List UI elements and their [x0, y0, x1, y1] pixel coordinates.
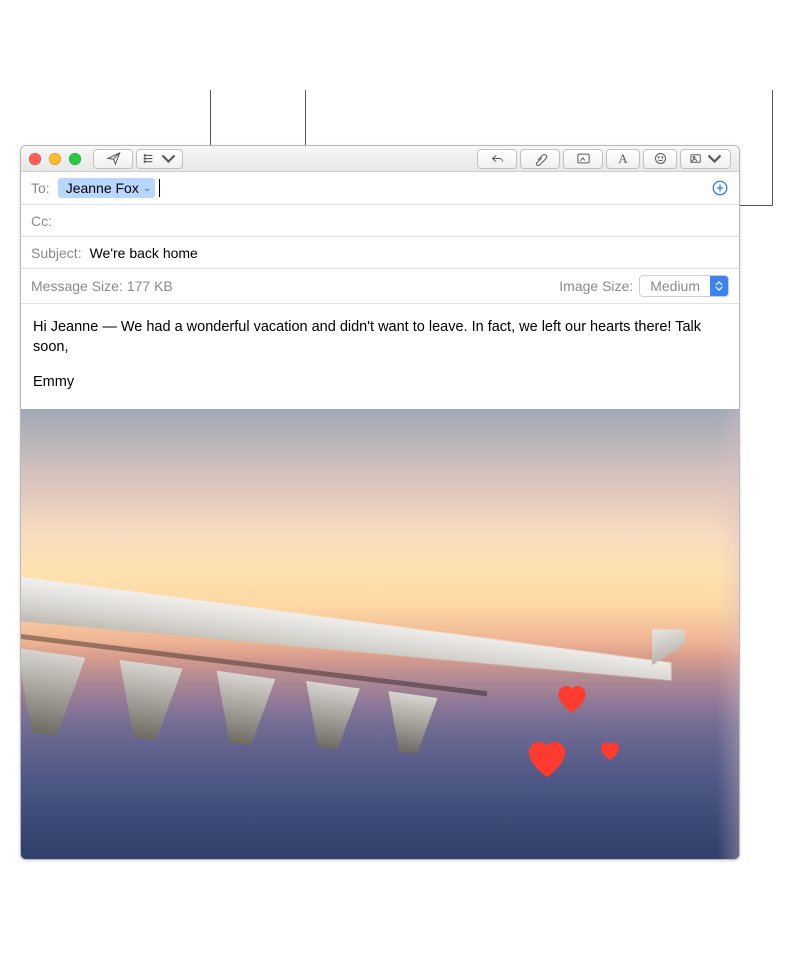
- heart-icon: [555, 684, 589, 714]
- emoji-picker-button[interactable]: [643, 149, 677, 169]
- attach-button[interactable]: [520, 149, 560, 169]
- add-contact-button[interactable]: [711, 179, 729, 197]
- stepper-arrows-icon: [710, 276, 728, 296]
- attachment-area: [21, 409, 739, 859]
- subject-field-row[interactable]: Subject: We're back home: [21, 237, 739, 269]
- to-field-row[interactable]: To: Jeanne Fox ⌄: [21, 172, 739, 205]
- markup-button[interactable]: [563, 149, 603, 169]
- image-size-value: Medium: [640, 278, 710, 294]
- body-paragraph: Hi Jeanne — We had a wonderful vacation …: [33, 318, 727, 357]
- text-cursor: [159, 179, 160, 197]
- reply-button[interactable]: [477, 149, 517, 169]
- cc-label: Cc:: [31, 213, 52, 229]
- window-titlebar: A: [21, 146, 739, 172]
- to-label: To:: [31, 180, 50, 196]
- subject-value: We're back home: [90, 245, 198, 261]
- message-size-value: 177 KB: [127, 278, 173, 294]
- mail-compose-window: A: [20, 145, 740, 860]
- attached-image[interactable]: [21, 409, 739, 859]
- window-traffic-lights: [29, 153, 81, 165]
- cc-field-row[interactable]: Cc:: [21, 205, 739, 237]
- window-minimize-button[interactable]: [49, 153, 61, 165]
- window-zoom-button[interactable]: [69, 153, 81, 165]
- image-size-select[interactable]: Medium: [639, 275, 729, 297]
- airplane-wing: [21, 616, 672, 816]
- window-close-button[interactable]: [29, 153, 41, 165]
- message-body[interactable]: Hi Jeanne — We had a wonderful vacation …: [21, 304, 739, 393]
- image-size-label: Image Size:: [559, 278, 633, 294]
- heart-icon: [525, 739, 569, 779]
- format-button[interactable]: A: [606, 149, 640, 169]
- header-fields-menu-button[interactable]: [136, 149, 183, 169]
- message-size-row: Message Size: 177 KB Image Size: Medium: [21, 269, 739, 304]
- message-size-label: Message Size:: [31, 278, 123, 294]
- recipient-pill[interactable]: Jeanne Fox ⌄: [58, 178, 156, 198]
- send-button[interactable]: [93, 149, 133, 169]
- header-fields: To: Jeanne Fox ⌄ Cc: Subject: [21, 172, 739, 304]
- callout-line: [735, 205, 773, 206]
- callout-line: [772, 90, 773, 205]
- photo-browser-button[interactable]: [680, 149, 731, 169]
- subject-label: Subject:: [31, 245, 82, 261]
- body-signature: Emmy: [33, 373, 727, 393]
- recipient-name: Jeanne Fox: [66, 180, 139, 196]
- heart-icon: [599, 741, 621, 761]
- chevron-down-icon[interactable]: ⌄: [143, 183, 151, 194]
